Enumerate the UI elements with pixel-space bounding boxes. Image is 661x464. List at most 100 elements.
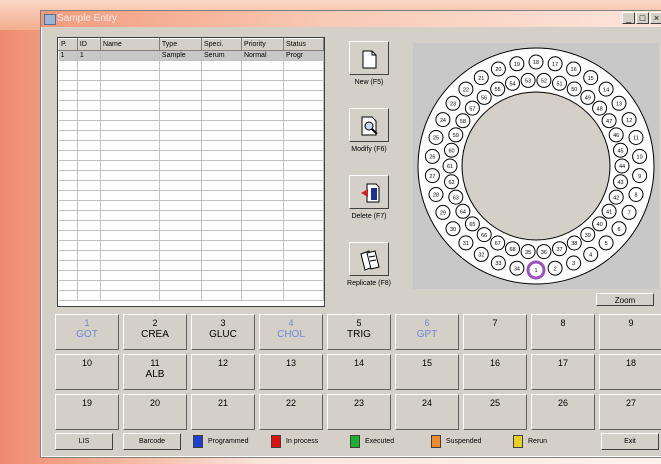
test-button[interactable]: 9 — [599, 314, 661, 350]
lis-button[interactable]: LIS — [55, 433, 113, 450]
test-number: 19 — [81, 398, 92, 408]
test-button[interactable]: 14 — [327, 354, 391, 390]
test-button[interactable]: 26 — [531, 394, 595, 430]
column-header[interactable]: ID — [76, 38, 102, 51]
test-button[interactable]: 11 ALB — [123, 354, 187, 390]
maximize-button[interactable]: □ — [636, 12, 649, 24]
column-header[interactable]: Priority — [240, 38, 285, 51]
test-button[interactable]: 27 — [599, 394, 661, 430]
column-header[interactable]: Type — [158, 38, 202, 51]
table-cell — [241, 220, 285, 231]
table-cell — [100, 110, 160, 121]
table-row[interactable] — [58, 250, 324, 261]
table-cell — [283, 240, 324, 251]
table-row[interactable] — [58, 110, 324, 121]
table-row[interactable] — [58, 160, 324, 171]
table-row[interactable] — [58, 140, 324, 151]
rotor-position-label: 62 — [448, 180, 454, 186]
table-row[interactable] — [58, 210, 324, 221]
bottom-bar: LIS Barcode Programmed In process Execut… — [55, 433, 661, 451]
table-cell: Progr — [283, 50, 324, 61]
table-cell — [201, 90, 242, 101]
test-button[interactable]: 5 TRIG — [327, 314, 391, 350]
zoom-button[interactable]: Zoom — [596, 293, 654, 306]
delete-button[interactable] — [349, 175, 389, 209]
column-header[interactable]: Speci. — [200, 38, 242, 51]
test-button[interactable]: 1 GOT — [55, 314, 119, 350]
legend-label: Suspended — [446, 438, 482, 445]
table-cell — [100, 200, 160, 211]
minimize-button[interactable]: _ — [622, 12, 635, 24]
test-button[interactable]: 22 — [259, 394, 323, 430]
table-cell — [159, 240, 202, 251]
table-cell — [159, 230, 202, 241]
table-row[interactable]: 1 1 Sample Serum Normal Progr — [58, 50, 324, 61]
table-row[interactable] — [58, 170, 324, 181]
close-button[interactable]: × — [650, 12, 661, 24]
new-action: New (F5) — [337, 41, 401, 86]
rotor-position-label: 43 — [617, 180, 623, 186]
table-row[interactable] — [58, 80, 324, 91]
table-row[interactable] — [58, 120, 324, 131]
test-button[interactable]: 24 — [395, 394, 459, 430]
test-button[interactable]: 21 — [191, 394, 255, 430]
table-cell — [100, 60, 160, 71]
test-button[interactable]: 12 — [191, 354, 255, 390]
test-name: TRIG — [347, 329, 371, 340]
table-row[interactable] — [58, 90, 324, 101]
new-button[interactable] — [349, 41, 389, 75]
table-row[interactable] — [58, 280, 324, 291]
table-row[interactable] — [58, 130, 324, 141]
table-row[interactable] — [58, 190, 324, 201]
test-button[interactable]: 4 CHOL — [259, 314, 323, 350]
modify-action: Modify (F6) — [337, 108, 401, 153]
table-row[interactable] — [58, 220, 324, 231]
test-button[interactable]: 8 — [531, 314, 595, 350]
table-row[interactable] — [58, 230, 324, 241]
test-button[interactable]: 20 — [123, 394, 187, 430]
test-button[interactable]: 3 GLUC — [191, 314, 255, 350]
exit-button[interactable]: Exit — [601, 433, 659, 450]
test-button[interactable]: 7 — [463, 314, 527, 350]
rotor-position-label: 11 — [633, 136, 639, 142]
test-button[interactable]: 10 — [55, 354, 119, 390]
test-button[interactable]: 13 — [259, 354, 323, 390]
test-button[interactable]: 17 — [531, 354, 595, 390]
test-button[interactable]: 15 — [395, 354, 459, 390]
test-number: 21 — [217, 398, 228, 408]
barcode-button[interactable]: Barcode — [123, 433, 181, 450]
table-row[interactable] — [58, 60, 324, 71]
modify-button[interactable] — [349, 108, 389, 142]
test-button[interactable]: 16 — [463, 354, 527, 390]
table-row[interactable] — [58, 270, 324, 281]
table-cell — [201, 140, 242, 151]
column-header[interactable]: P. — [58, 38, 78, 51]
table-cell — [283, 190, 324, 201]
test-button[interactable]: 25 — [463, 394, 527, 430]
test-button[interactable]: 2 CREA — [123, 314, 187, 350]
table-row[interactable] — [58, 180, 324, 191]
table-row[interactable] — [58, 100, 324, 111]
table-cell — [201, 250, 242, 261]
table-row[interactable] — [58, 290, 324, 301]
rotor-panel: 1 2 3 4 5 6 7 8 9 10 11 12 13 14 15 16 17 18 19 20 21 22 23 24 2… — [413, 43, 659, 289]
table-cell — [100, 130, 160, 141]
table-cell — [77, 100, 102, 111]
test-button[interactable]: 18 — [599, 354, 661, 390]
table-row[interactable] — [58, 200, 324, 211]
test-button[interactable]: 23 — [327, 394, 391, 430]
test-button[interactable]: 6 GPT — [395, 314, 459, 350]
test-button[interactable]: 19 — [55, 394, 119, 430]
sample-table[interactable]: P. ID Name Type Speci. Priority Status 1… — [57, 37, 325, 307]
table-row[interactable] — [58, 240, 324, 251]
column-header[interactable]: Name — [100, 38, 160, 51]
table-row[interactable] — [58, 150, 324, 161]
rotor-position-label: 19 — [514, 62, 520, 68]
rotor-position-label: 61 — [447, 164, 453, 170]
replicate-button[interactable] — [349, 242, 389, 276]
table-cell — [283, 230, 324, 241]
table-row[interactable] — [58, 70, 324, 81]
window-title: Sample Entry — [57, 13, 118, 24]
table-row[interactable] — [58, 260, 324, 271]
column-header[interactable]: Status — [283, 38, 324, 51]
